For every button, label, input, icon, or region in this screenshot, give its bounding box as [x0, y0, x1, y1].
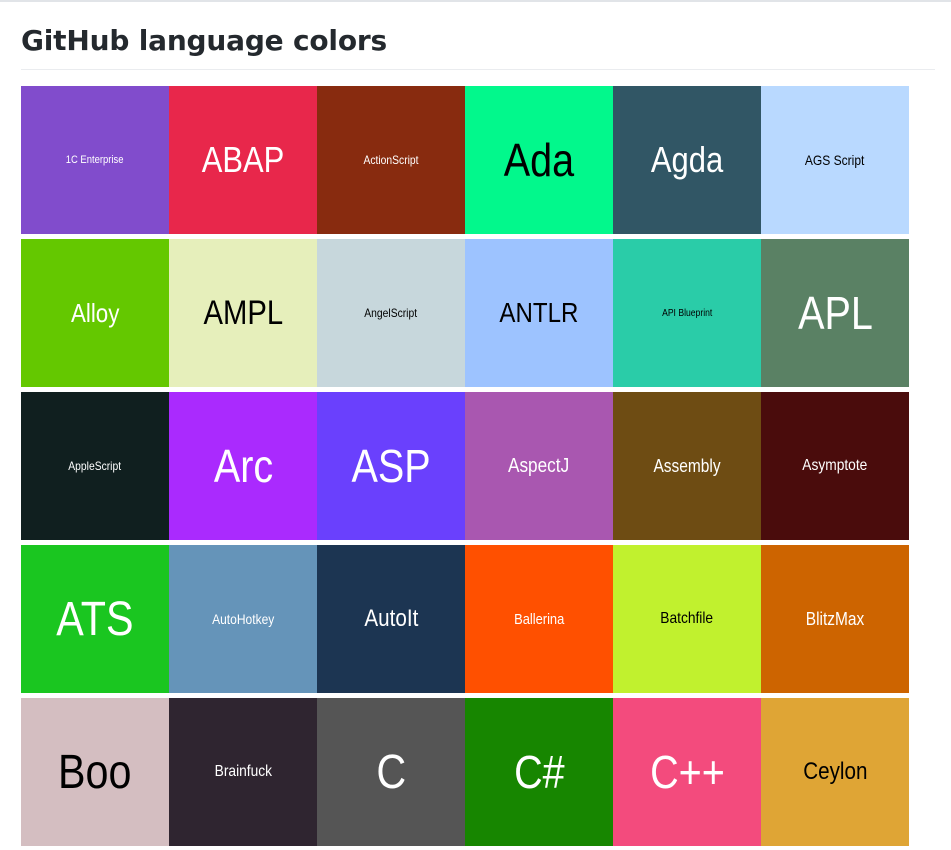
title-divider [21, 69, 935, 70]
language-tile[interactable]: Agda [613, 86, 761, 234]
language-name: AMPL [203, 293, 283, 332]
language-tile[interactable]: C# [465, 698, 613, 846]
language-tile[interactable]: ASP [317, 392, 465, 540]
language-name: ATS [56, 592, 134, 646]
language-tile[interactable]: AMPL [169, 239, 317, 387]
language-name: AppleScript [68, 459, 122, 473]
language-name: Batchfile [660, 610, 714, 627]
language-name: 1C Enterprise [66, 154, 124, 166]
language-name: Arc [213, 440, 273, 492]
language-name: API Blueprint [661, 307, 713, 319]
language-tile[interactable]: AutoHotkey [169, 545, 317, 693]
language-row: 1C Enterprise ABAP ActionScript Ada Agda AGS … [21, 86, 909, 234]
language-tile[interactable]: C [317, 698, 465, 846]
language-name: ABAP [201, 139, 285, 180]
language-name: ActionScript [363, 153, 419, 167]
language-tile[interactable]: AspectJ [465, 392, 613, 540]
language-tile[interactable]: ABAP [169, 86, 317, 234]
language-color-grid: 1C Enterprise ABAP ActionScript Ada Agda AGS … [21, 86, 909, 850]
language-tile[interactable]: APL [761, 239, 909, 387]
language-tile[interactable]: Alloy [21, 239, 169, 387]
language-name: AGS Script [805, 152, 865, 168]
language-name: Asymptote [802, 457, 868, 474]
language-name: Boo [58, 745, 132, 799]
language-tile[interactable]: 1C Enterprise [21, 86, 169, 234]
language-tile[interactable]: AGS Script [761, 86, 909, 234]
language-tile[interactable]: BlitzMax [761, 545, 909, 693]
language-tile[interactable]: Assembly [613, 392, 761, 540]
language-name: AutoHotkey [211, 611, 275, 627]
language-name: Ceylon [802, 758, 868, 785]
language-tile[interactable]: C++ [613, 698, 761, 846]
language-tile[interactable]: Brainfuck [169, 698, 317, 846]
language-tile[interactable]: Batchfile [613, 545, 761, 693]
language-row: Alloy AMPL AngelScript ANTLR API Blueprint AP… [21, 239, 909, 387]
language-tile[interactable]: Ada [465, 86, 613, 234]
language-name: ASP [351, 440, 431, 492]
language-row: AppleScript Arc ASP AspectJ Assembly Asymptot… [21, 392, 909, 540]
language-name: Ada [503, 134, 575, 186]
language-tile[interactable]: AppleScript [21, 392, 169, 540]
page-title: GitHub language colors [21, 24, 387, 57]
language-tile[interactable]: AngelScript [317, 239, 465, 387]
language-tile[interactable]: API Blueprint [613, 239, 761, 387]
language-tile[interactable]: ANTLR [465, 239, 613, 387]
language-name: Brainfuck [214, 763, 272, 780]
language-name: AspectJ [508, 454, 570, 477]
language-name: ANTLR [499, 297, 579, 328]
language-name: APL [797, 287, 873, 339]
language-name: C# [513, 746, 565, 798]
language-tile[interactable]: Arc [169, 392, 317, 540]
language-tile[interactable]: ATS [21, 545, 169, 693]
language-tile[interactable]: Boo [21, 698, 169, 846]
language-name: AngelScript [364, 306, 418, 320]
language-name: Assembly [653, 455, 721, 476]
language-name: C++ [649, 746, 725, 798]
language-tile[interactable]: AutoIt [317, 545, 465, 693]
language-name: Agda [650, 139, 724, 180]
language-name: Alloy [70, 297, 120, 328]
language-row: ATS AutoHotkey AutoIt Ballerina Batchfile Bli… [21, 545, 909, 693]
language-tile[interactable]: Ceylon [761, 698, 909, 846]
language-tile[interactable]: ActionScript [317, 86, 465, 234]
language-name: BlitzMax [805, 608, 865, 629]
language-name: AutoIt [364, 605, 418, 632]
language-tile[interactable]: Ballerina [465, 545, 613, 693]
language-name: C [376, 745, 406, 799]
language-name: Ballerina [513, 610, 565, 628]
language-tile[interactable]: Asymptote [761, 392, 909, 540]
language-row: Boo Brainfuck C C# C++ Ceylon [21, 698, 909, 846]
top-border [0, 0, 951, 2]
